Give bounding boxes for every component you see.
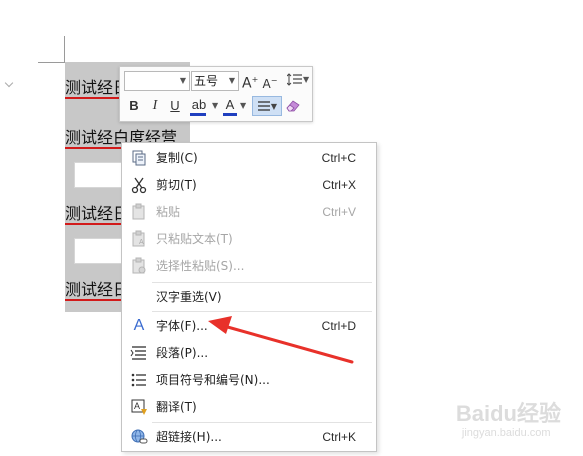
watermark-brand: Baidu经验: [455, 401, 561, 426]
watermark-url: jingyan.baidu.com: [461, 427, 551, 439]
annotation-arrow-icon: [208, 316, 354, 364]
watermark: Baidu经验 jingyan.baidu.com: [456, 402, 561, 440]
